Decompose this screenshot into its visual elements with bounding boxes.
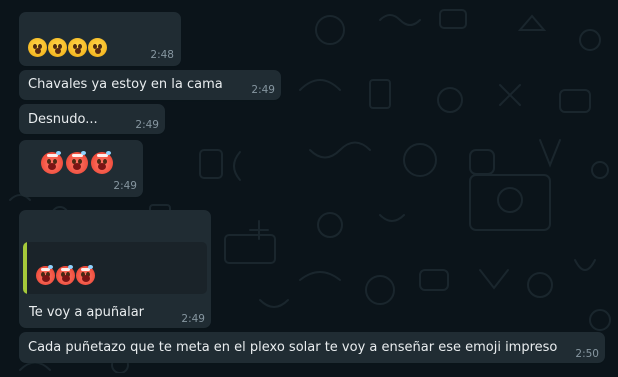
astonished-face-icon (68, 38, 87, 57)
hot-face-icon (41, 151, 63, 174)
message-timestamp: 2:49 (113, 180, 137, 192)
hot-face-icon (56, 265, 75, 285)
message-bubble-emoji-astonished[interactable]: 2:48 (19, 12, 181, 66)
quoted-message[interactable] (23, 242, 207, 294)
astonished-face-icon (28, 38, 47, 57)
emoji-row (41, 151, 113, 174)
hot-face-icon (76, 265, 95, 285)
message-timestamp: 2:49 (135, 119, 159, 131)
emoji-row (28, 38, 107, 57)
message-text: Te voy a apuñalar (29, 305, 145, 320)
message-text: Desnudo... (28, 112, 98, 127)
message-bubble-text[interactable]: Cada puñetazo que te meta en el plexo so… (19, 332, 605, 363)
hot-face-icon (66, 151, 88, 174)
message-bubble-reply[interactable]: Te voy a apuñalar 2:49 (19, 210, 211, 328)
message-text: Chavales ya estoy en la cama (28, 77, 223, 92)
message-timestamp: 2:50 (575, 348, 599, 360)
message-bubble-text[interactable]: Chavales ya estoy en la cama 2:49 (19, 70, 281, 100)
message-bubble-emoji-hot[interactable]: 2:49 (19, 140, 143, 197)
message-timestamp: 2:49 (181, 313, 205, 325)
quoted-emoji-row (36, 265, 95, 285)
hot-face-icon (91, 151, 113, 174)
message-text: Cada puñetazo que te meta en el plexo so… (28, 340, 558, 355)
hot-face-icon (36, 265, 55, 285)
astonished-face-icon (88, 38, 107, 57)
message-timestamp: 2:49 (251, 84, 275, 96)
astonished-face-icon (48, 38, 67, 57)
message-timestamp: 2:48 (150, 49, 174, 61)
quote-accent-bar (23, 242, 27, 294)
message-bubble-text[interactable]: Desnudo... 2:49 (19, 104, 165, 134)
